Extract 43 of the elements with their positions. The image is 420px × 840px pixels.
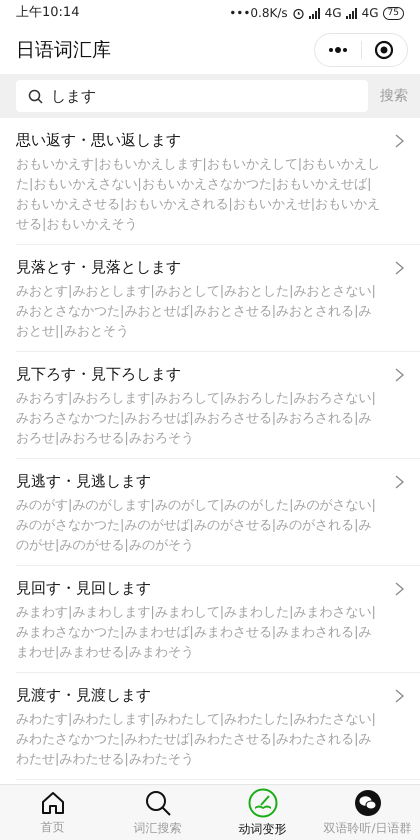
verb-item[interactable]: 見落とす・見落とします みおとす|みおとします|みおとして|みおとした|みおとさない|みおとさなかつた|みおとせば|みおとさせる|みおとされる|みおとせ||みおとそう — [16, 245, 420, 352]
chevron-icon — [395, 261, 404, 275]
signal-icon — [308, 8, 321, 18]
search-input[interactable]: します — [51, 84, 356, 108]
verb-title: 思い返す・思い返します — [16, 130, 182, 151]
network-type: 4G — [362, 5, 379, 22]
verb-title: 見下ろす・見下ろします — [16, 364, 182, 385]
chevron-icon — [395, 689, 404, 703]
battery-level: 75 — [382, 6, 404, 20]
search-icon — [144, 788, 172, 816]
verb-title: 見逃す・見逃します — [16, 471, 152, 492]
home-icon — [40, 790, 66, 816]
tab[interactable]: 动词变形 — [210, 785, 315, 840]
verb-forms: みわたす|みわたします|みわたして|みわたした|みわたさない|みわたさなかつた|みわたせば|みわたさせる|みわたされる|みわたせ|みわたせる|みわたそう — [16, 711, 377, 769]
chevron-icon — [395, 368, 404, 382]
verb-item[interactable]: 見下ろす・見下ろします みおろす|みおろします|みおろして|みおろした|みおろさない|みおろさなかつた|みおろせば|みおろさせる|みおろされる|みおろせ|みおろせる|みおろそう — [16, 352, 420, 459]
target-icon — [374, 40, 394, 60]
network-type: 4G — [324, 5, 342, 22]
verb-title: 見回す・見回します — [16, 578, 152, 599]
verb-item[interactable]: 見渡す・見渡します みわたす|みわたします|みわたして|みわたした|みわたさない|みわたさなかつた|みわたせば|みわたさせる|みわたされる|みわたせ|みわたせる|みわたそう — [16, 673, 420, 780]
verb-forms: みまわす|みまわします|みまわして|みまわした|みまわさない|みまわさなかつた|みまわせば|みまわさせる|みまわされる|みまわせ|みまわせる|みまわそう — [16, 604, 377, 662]
verb-forms: おもいかえす|おもいかえします|おもいかえして|おもいかえした|おもいかえさない|おもいかえさなかつた|おもいかえせば|おもいかえさせる|おもいかえされる|おもいかえせ|おもいかえせる|おもいかえそう — [16, 156, 382, 234]
search-field[interactable]: します — [16, 80, 368, 112]
verb-item[interactable]: 見回す・見回します みまわす|みまわします|みまわして|みまわした|みまわさない|みまわさなかつた|みまわせば|みまわさせる|みまわされる|みまわせ|みまわせる|みまわそう — [16, 566, 420, 673]
alarm-icon — [292, 6, 305, 20]
verb-title: 見渡す・見渡します — [16, 685, 152, 706]
chevron-icon — [395, 582, 404, 596]
verb-title: 見落とす・見落とします — [16, 257, 182, 278]
book-icon — [248, 788, 278, 818]
signal-icon — [346, 8, 358, 18]
more-icon — [328, 47, 348, 53]
chat-icon — [354, 788, 382, 816]
search-icon — [28, 88, 43, 104]
verb-item[interactable]: 思い返す・思い返します おもいかえす|おもいかえします|おもいかえして|おもいかえした|おもいかえさない|おもいかえさなかつた|おもいかえせば|おもいかえさせる|おもいかえされる|おもいかえせ|おもいかえせる|おもいかえそう — [16, 118, 420, 245]
verb-forms: みのがす|みのがします|みのがして|みのがした|みのがさない|みのがさなかつた|みのがせば|みのがさせる|みのがされる|みのがせ|みのがせる|みのがそう — [16, 497, 377, 555]
verb-forms: みおろす|みおろします|みおろして|みおろした|みおろさない|みおろさなかつた|みおろせば|みおろさせる|みおろされる|みおろせ|みおろせる|みおろそう — [16, 390, 377, 448]
verb-item[interactable]: 見逃す・見逃します みのがす|みのがします|みのがして|みのがした|みのがさない|みのがさなかつた|みのがせば|みのがさせる|みのがされる|みのがせ|みのがせる|みのがそう — [16, 459, 420, 566]
page-title: 日语词汇库 — [16, 38, 111, 63]
verb-forms: みおとす|みおとします|みおとして|みおとした|みおとさない|みおとさなかつた|みおとせば|みおとさせる|みおとされる|みおとせ||みおとそう — [16, 283, 377, 341]
network-speed: •••0.8K/s — [229, 5, 288, 22]
status-time: 上午10:14 — [16, 4, 80, 22]
chevron-icon — [395, 134, 404, 148]
chevron-icon — [395, 475, 404, 489]
